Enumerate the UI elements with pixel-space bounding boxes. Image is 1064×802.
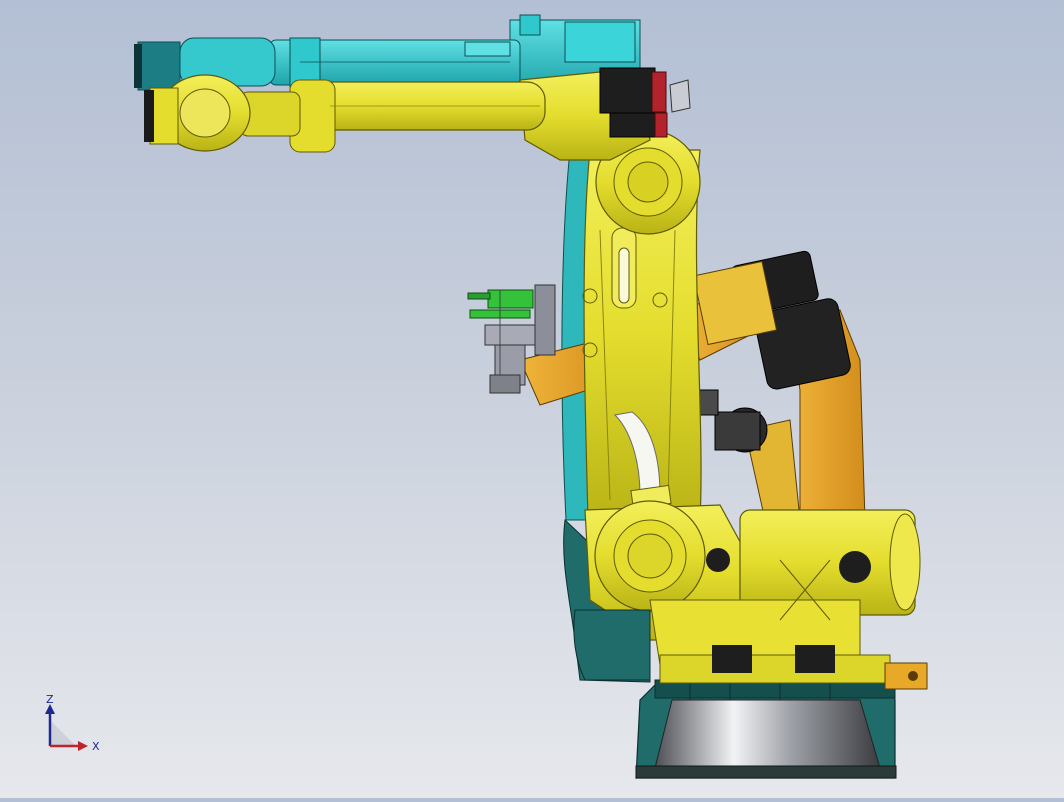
cad-viewport[interactable]: Z X — [0, 0, 1064, 798]
lower-arm[interactable] — [582, 129, 702, 521]
upper-arm[interactable] — [144, 71, 651, 161]
coordinate-triad: Z X — [30, 693, 110, 764]
triad-x-label: X — [92, 740, 100, 753]
robot-model[interactable] — [0, 0, 1064, 798]
triad-plane-icon — [50, 720, 76, 746]
triad-z-label: Z — [46, 694, 54, 706]
top-motors[interactable] — [599, 67, 691, 138]
robot-base[interactable] — [635, 679, 897, 779]
base-housing — [573, 609, 651, 681]
